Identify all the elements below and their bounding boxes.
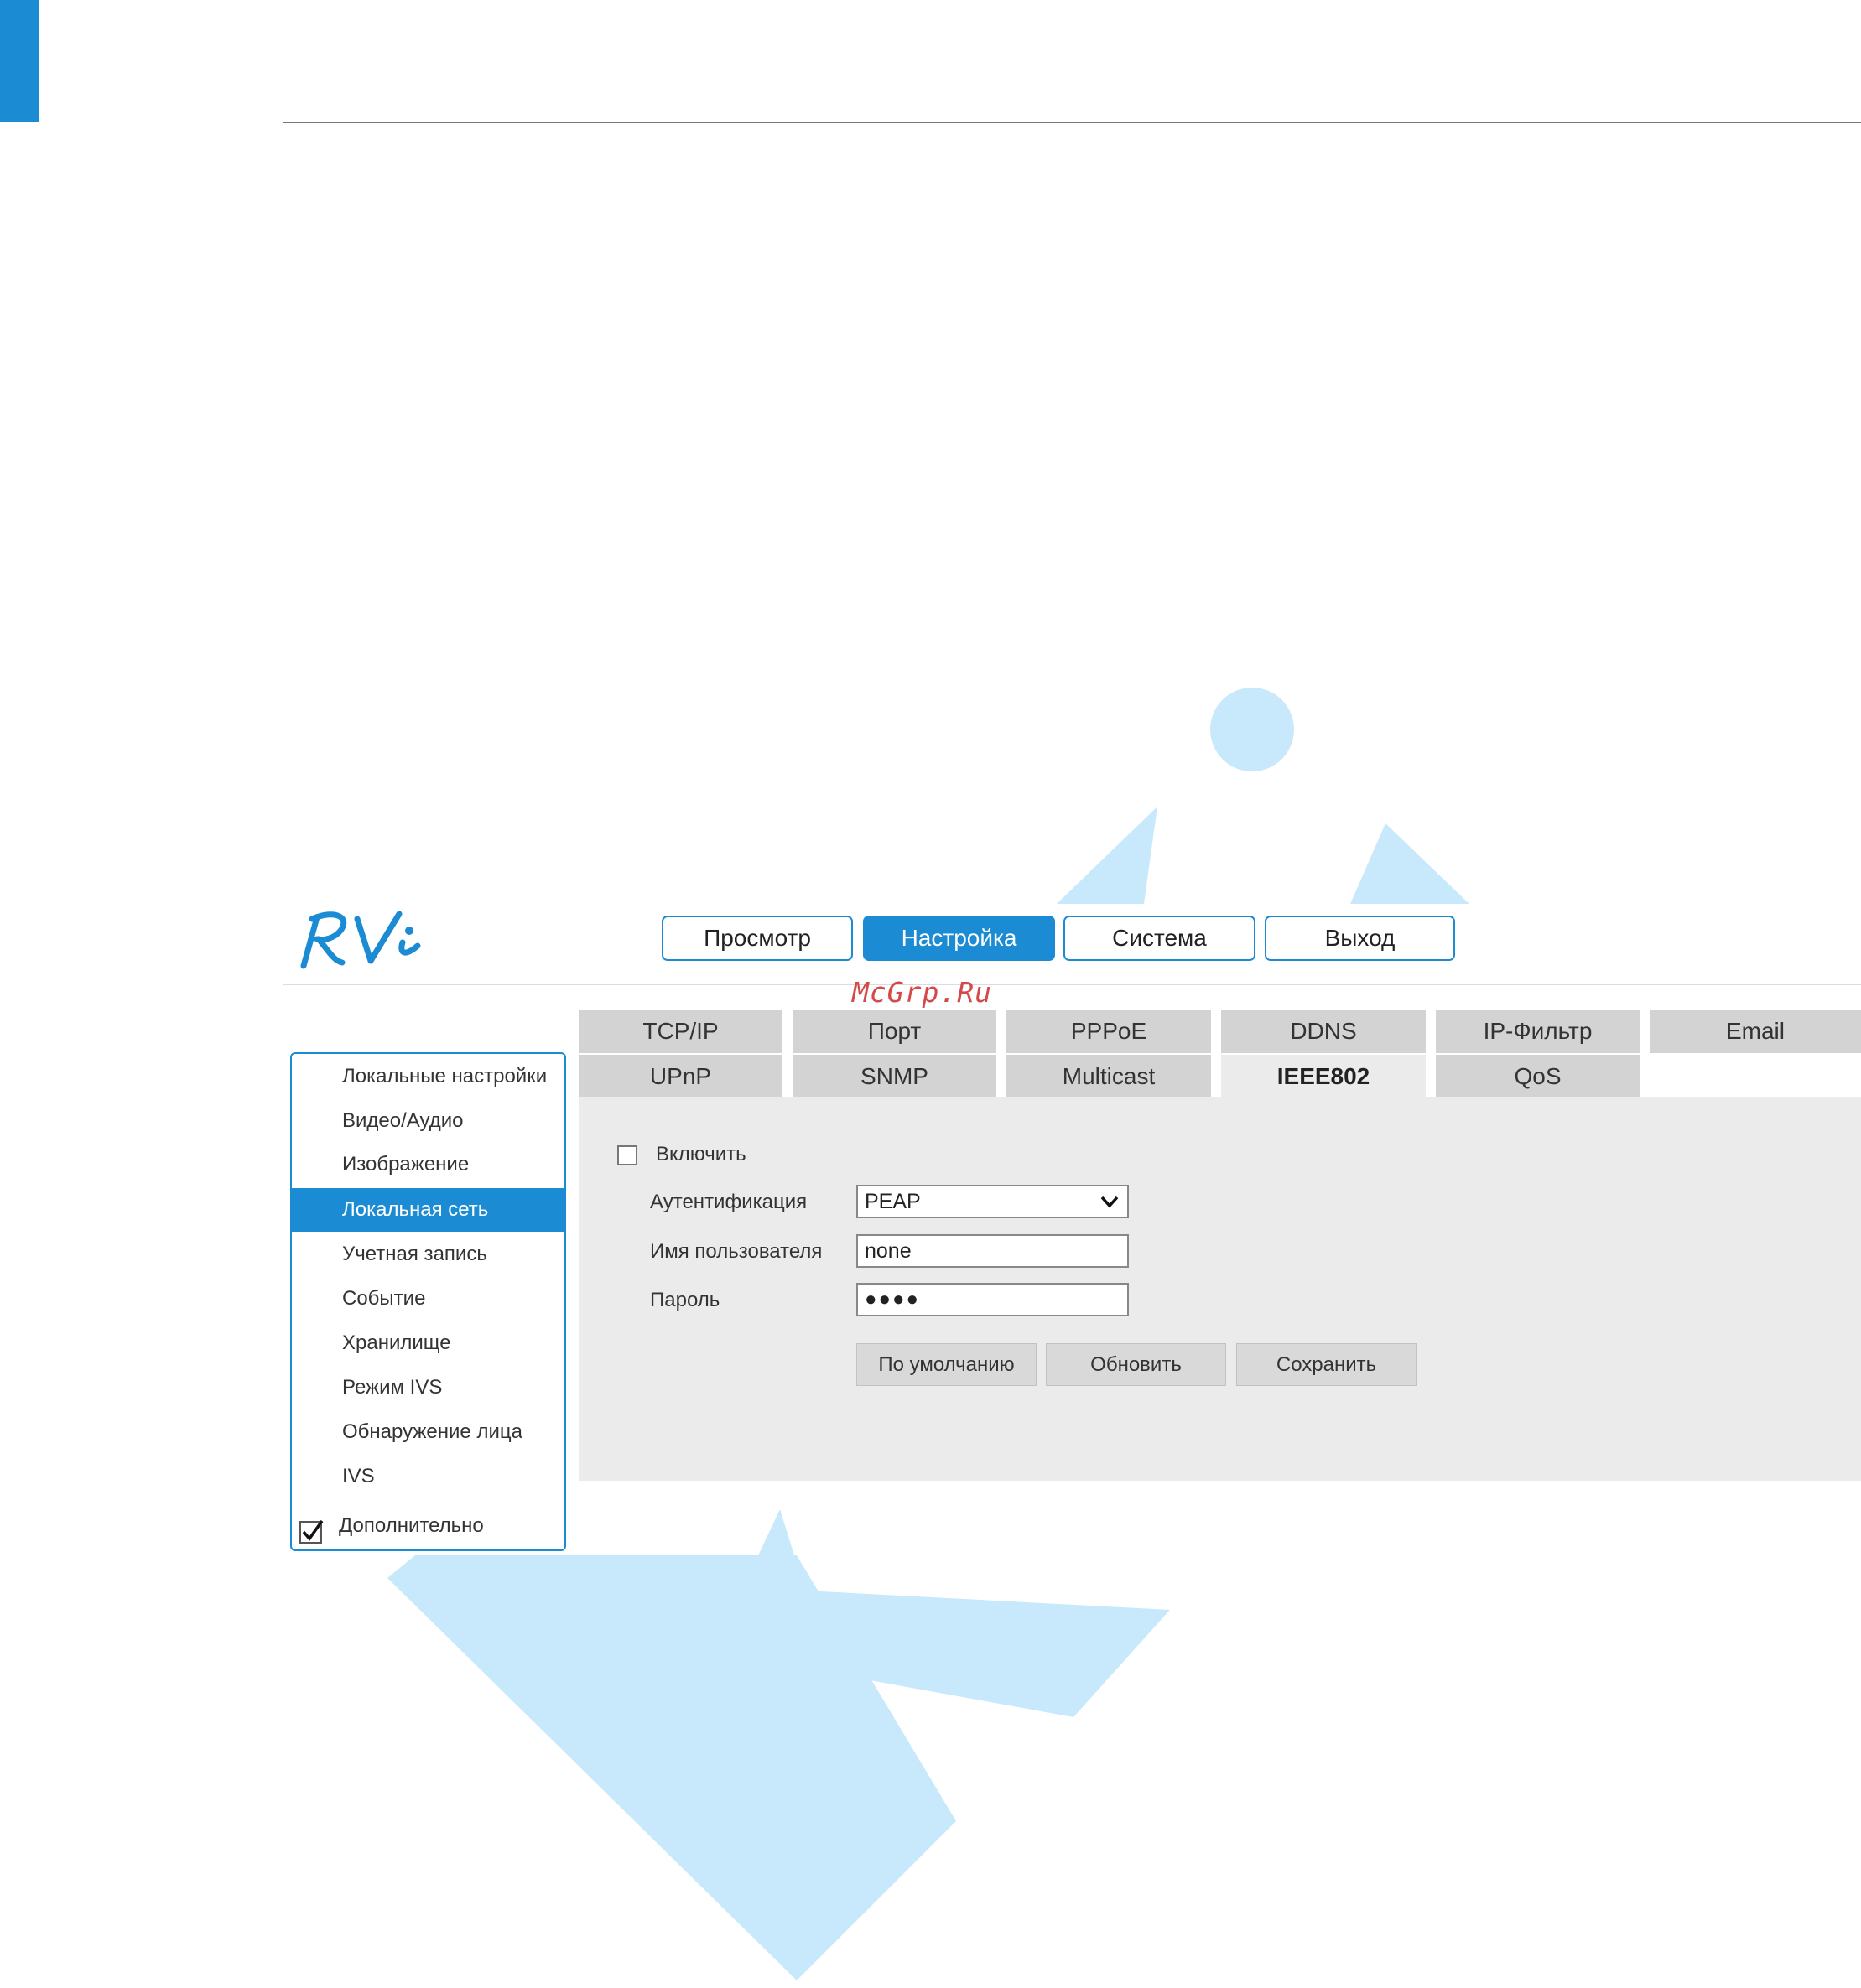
tab-snmp[interactable]: SNMP [793, 1055, 996, 1098]
sidebar-item-event[interactable]: Событие [290, 1277, 566, 1321]
username-field[interactable]: none [856, 1234, 1129, 1268]
rvi-logo [300, 911, 421, 969]
password-field[interactable]: ●●●● [856, 1283, 1129, 1316]
tab-pppoe[interactable]: PPPoE [1006, 1010, 1211, 1053]
nav-logout-button[interactable]: Выход [1265, 916, 1455, 961]
enable-label: Включить [656, 1143, 746, 1165]
nav-system-button[interactable]: Система [1063, 916, 1255, 961]
auth-label: Аутентификация [650, 1191, 808, 1213]
password-label: Пароль [650, 1289, 720, 1311]
ieee802-settings-panel [579, 1097, 1861, 1481]
nav-view-button[interactable]: Просмотр [662, 916, 853, 961]
sidebar-item-local-settings[interactable]: Локальные настройки [290, 1055, 566, 1098]
site-watermark-text: McGrp.Ru [852, 976, 992, 1009]
sidebar-item-ivs-mode[interactable]: Режим IVS [290, 1366, 566, 1409]
auth-select[interactable]: PEAP [856, 1185, 1129, 1218]
sidebar-item-account[interactable]: Учетная запись [290, 1233, 566, 1276]
nav-settings-button[interactable]: Настройка [863, 916, 1055, 961]
refresh-button[interactable]: Обновить [1046, 1343, 1226, 1386]
username-label: Имя пользователя [650, 1240, 823, 1263]
tab-ddns[interactable]: DDNS [1221, 1010, 1426, 1053]
chevron-down-icon [1100, 1196, 1119, 1208]
auth-select-value: PEAP [865, 1189, 921, 1213]
sidebar-item-image[interactable]: Изображение [290, 1143, 566, 1186]
sidebar-item-video-audio[interactable]: Видео/Аудио [290, 1099, 566, 1143]
sidebar-item-storage[interactable]: Хранилище [290, 1321, 566, 1365]
tab-ieee802[interactable]: IEEE802 [1221, 1055, 1426, 1098]
header-divider [283, 984, 1861, 985]
advanced-label: Дополнительно [339, 1514, 484, 1537]
username-value: none [865, 1238, 912, 1263]
tab-multicast[interactable]: Multicast [1006, 1055, 1211, 1098]
tab-port[interactable]: Порт [793, 1010, 996, 1053]
tab-tcpip[interactable]: TCP/IP [579, 1010, 782, 1053]
tab-upnp[interactable]: UPnP [579, 1055, 782, 1098]
password-mask: ●●●● [865, 1288, 920, 1311]
enable-checkbox[interactable] [617, 1145, 637, 1165]
default-button[interactable]: По умолчанию [856, 1343, 1037, 1386]
tab-qos[interactable]: QoS [1436, 1055, 1640, 1098]
save-button[interactable]: Сохранить [1236, 1343, 1417, 1386]
advanced-checkbox[interactable] [299, 1519, 325, 1544]
tab-email[interactable]: Email [1650, 1010, 1861, 1053]
sidebar-item-ivs[interactable]: IVS [290, 1455, 566, 1498]
sidebar-item-face-detection[interactable]: Обнаружение лица [290, 1410, 566, 1454]
sidebar-item-network[interactable]: Локальная сеть [290, 1188, 566, 1232]
tab-ip-filter[interactable]: IP-Фильтр [1436, 1010, 1640, 1053]
